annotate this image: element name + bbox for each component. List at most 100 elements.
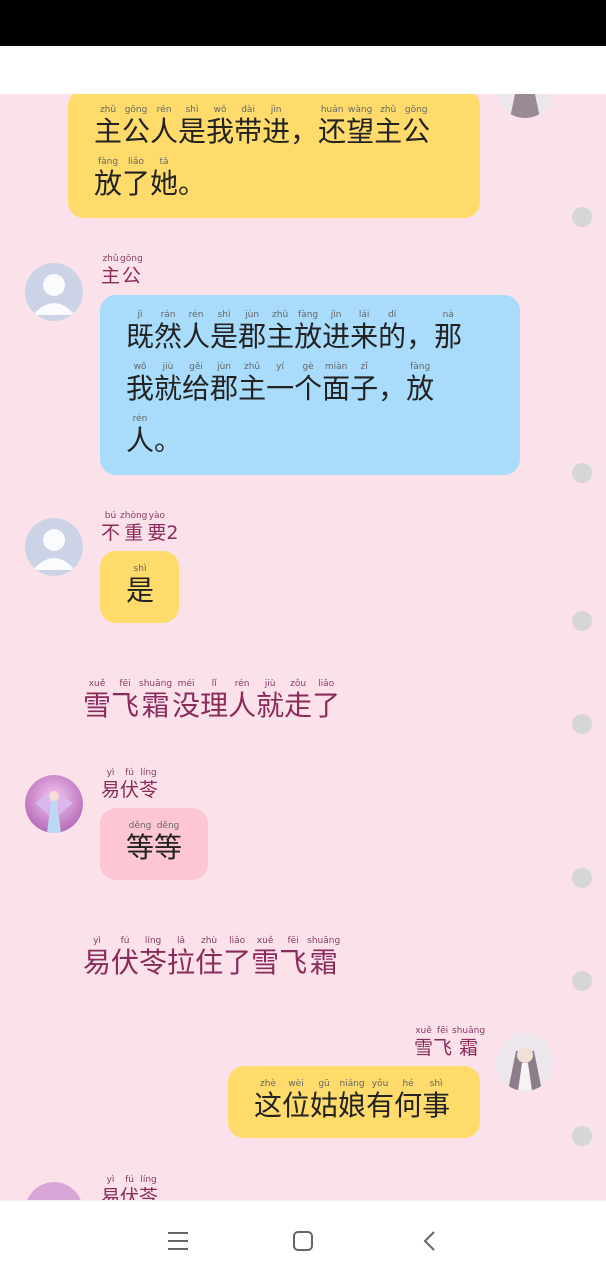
ruby-char: lái 来 <box>350 309 378 353</box>
message-3-line-1: shì 是 <box>126 563 179 607</box>
ruby-char: zǐ 子 <box>350 361 378 405</box>
hanzi: 雪 <box>414 1037 434 1059</box>
ruby-char: shì 是 <box>210 309 238 353</box>
hanzi: 既 <box>126 320 155 353</box>
back-chevron-icon[interactable] <box>420 1229 440 1253</box>
hanzi: 放 <box>406 372 435 405</box>
hanzi: 个 <box>294 372 323 405</box>
hanzi: 人 <box>126 424 155 457</box>
avatar-yifuling-2[interactable] <box>25 1182 83 1200</box>
ruby-char: jì 既 <box>126 309 154 353</box>
status-dot <box>572 868 592 888</box>
ruby-char: gōng 公 <box>120 253 143 287</box>
ruby-char: dí 的 <box>378 309 406 353</box>
ruby-char: zhǔ 主 <box>94 104 122 148</box>
ruby-char: rén 人 <box>182 309 210 353</box>
hanzi: 主 <box>374 115 403 148</box>
message-bubble-3[interactable]: shì 是 <box>100 551 179 623</box>
hanzi: 还 <box>318 115 347 148</box>
hanzi: 这 <box>254 1089 283 1122</box>
avatar-xuefeishuang-top[interactable] <box>496 94 554 118</box>
hanzi: 她 <box>150 167 179 200</box>
message-2-line-2: wǒ 我 jiù 就 gěi 给 jùn 郡 zhǔ 主 yí 一 gè 个 miàn 面 zǐ 子， fàng 放 <box>126 361 520 405</box>
ruby-char: wǒ 我 <box>206 104 234 148</box>
hanzi: 要 <box>147 522 167 544</box>
ruby-char: fú 伏 <box>120 767 139 801</box>
menu-icon[interactable] <box>166 1230 190 1252</box>
avatar-buzhongyao[interactable] <box>25 518 83 576</box>
ruby-char: hé 何 <box>394 1078 422 1122</box>
pinyin: fēi <box>436 1026 449 1036</box>
ruby-char: yí 一 <box>266 361 294 405</box>
avatar-yifuling[interactable] <box>25 775 83 833</box>
ruby-char: shì 事 <box>422 1078 450 1122</box>
hanzi: 我 <box>206 115 235 148</box>
ruby-char: jùn 郡 <box>238 309 266 353</box>
hanzi: 理 <box>200 689 229 722</box>
message-bubble-1[interactable]: zhǔ 主 gōng 公 rén 人 shì 是 wǒ 我 dài 带 jìn 进， huán 还 wàng 望 z… <box>68 94 480 218</box>
hanzi: 易 <box>101 779 121 801</box>
ruby-char: fēi 飞 <box>111 678 139 722</box>
message-4-line-1: děng 等 děng 等 <box>126 820 208 864</box>
status-bar <box>0 0 606 46</box>
chat-area[interactable]: zhǔ 主 gōng 公 rén 人 shì 是 wǒ 我 dài 带 jìn 进， huán 还 wàng 望 z… <box>0 94 606 1200</box>
narration-1: xuě 雪 fēi 飞 shuāng 霜 méi 没 lǐ 理 rén 人 jiù 就 zǒu 走 liǎo 了 <box>83 678 340 722</box>
message-bubble-4[interactable]: děng 等 děng 等 <box>100 808 208 880</box>
hanzi: 住 <box>195 946 224 979</box>
home-square-icon[interactable] <box>291 1229 315 1253</box>
hanzi: 等 <box>154 831 183 864</box>
avatar-xuefeishuang[interactable] <box>496 1033 554 1091</box>
ruby-char: líng 苓 <box>139 1174 158 1200</box>
ruby-char: fú 伏 <box>120 1174 139 1200</box>
pinyin: fú <box>125 768 134 778</box>
hanzi: 了 <box>312 689 341 722</box>
hanzi: 带 <box>234 115 263 148</box>
ruby-char: líng 苓 <box>139 935 167 979</box>
ruby-char: gū 姑 <box>310 1078 338 1122</box>
sender-name-buzhongyao: bú 不 zhòng 重 yào 要 2 <box>101 510 178 544</box>
ruby-char: děng 等 <box>126 820 154 864</box>
hanzi: 人 <box>228 689 257 722</box>
ruby-char: fàng 放 <box>294 309 322 353</box>
hanzi: 公 <box>121 265 141 287</box>
hanzi: 事 <box>422 1089 451 1122</box>
ruby-char: fēi 飞 <box>433 1025 452 1059</box>
hanzi: 人 <box>182 320 211 353</box>
sender-name-yifuling: yì 易 fú 伏 líng 苓 <box>101 767 158 801</box>
ruby-char: jiù 就 <box>256 678 284 722</box>
hanzi: 飞 <box>433 1037 453 1059</box>
hanzi: 苓 <box>139 1186 159 1200</box>
hanzi: 望 <box>346 115 375 148</box>
pinyin: líng <box>140 768 157 778</box>
avatar-zhugong[interactable] <box>25 263 83 321</box>
hanzi: 郡 <box>238 320 267 353</box>
pinyin: zhòng <box>120 511 148 521</box>
hanzi: 然 <box>154 320 183 353</box>
sender-name-yifuling-2: yì 易 fú 伏 líng 苓 <box>101 1174 158 1200</box>
hanzi: 主 <box>266 320 295 353</box>
hanzi: 走 <box>284 689 313 722</box>
hanzi: 我 <box>126 372 155 405</box>
sender-name-zhugong: zhǔ 主 gōng 公 <box>101 253 143 287</box>
ruby-char: liǎo 了 <box>312 678 340 722</box>
hanzi: 公 <box>402 115 431 148</box>
hanzi: 主 <box>238 372 267 405</box>
ruby-char: yì 易 <box>101 1174 120 1200</box>
hanzi: 人 <box>150 115 179 148</box>
ruby-char: xuě 雪 <box>414 1025 433 1059</box>
message-bubble-5[interactable]: zhè 这 wèi 位 gū 姑 niáng 娘 yǒu 有 hé 何 shì 事 <box>228 1066 480 1138</box>
ruby-char: yì 易 <box>101 767 120 801</box>
hanzi: 是 <box>210 320 239 353</box>
ruby-char: 。 <box>154 413 182 457</box>
hanzi: 放 <box>94 167 123 200</box>
message-bubble-2[interactable]: jì 既 rán 然 rén 人 shì 是 jùn 郡 zhǔ 主 fàng 放 jìn 进 lái 来 dí 的，… <box>100 295 520 475</box>
status-dot <box>572 1126 592 1146</box>
ruby-char: nà 那 <box>434 309 462 353</box>
ruby-char: zhè 这 <box>254 1078 282 1122</box>
hanzi: 等 <box>126 831 155 864</box>
hanzi: 。 <box>178 167 207 200</box>
ruby-char: ， <box>406 309 434 353</box>
ruby-char: gōng 公 <box>402 104 430 148</box>
hanzi: 飞 <box>279 946 308 979</box>
ruby-char: líng 苓 <box>139 767 158 801</box>
